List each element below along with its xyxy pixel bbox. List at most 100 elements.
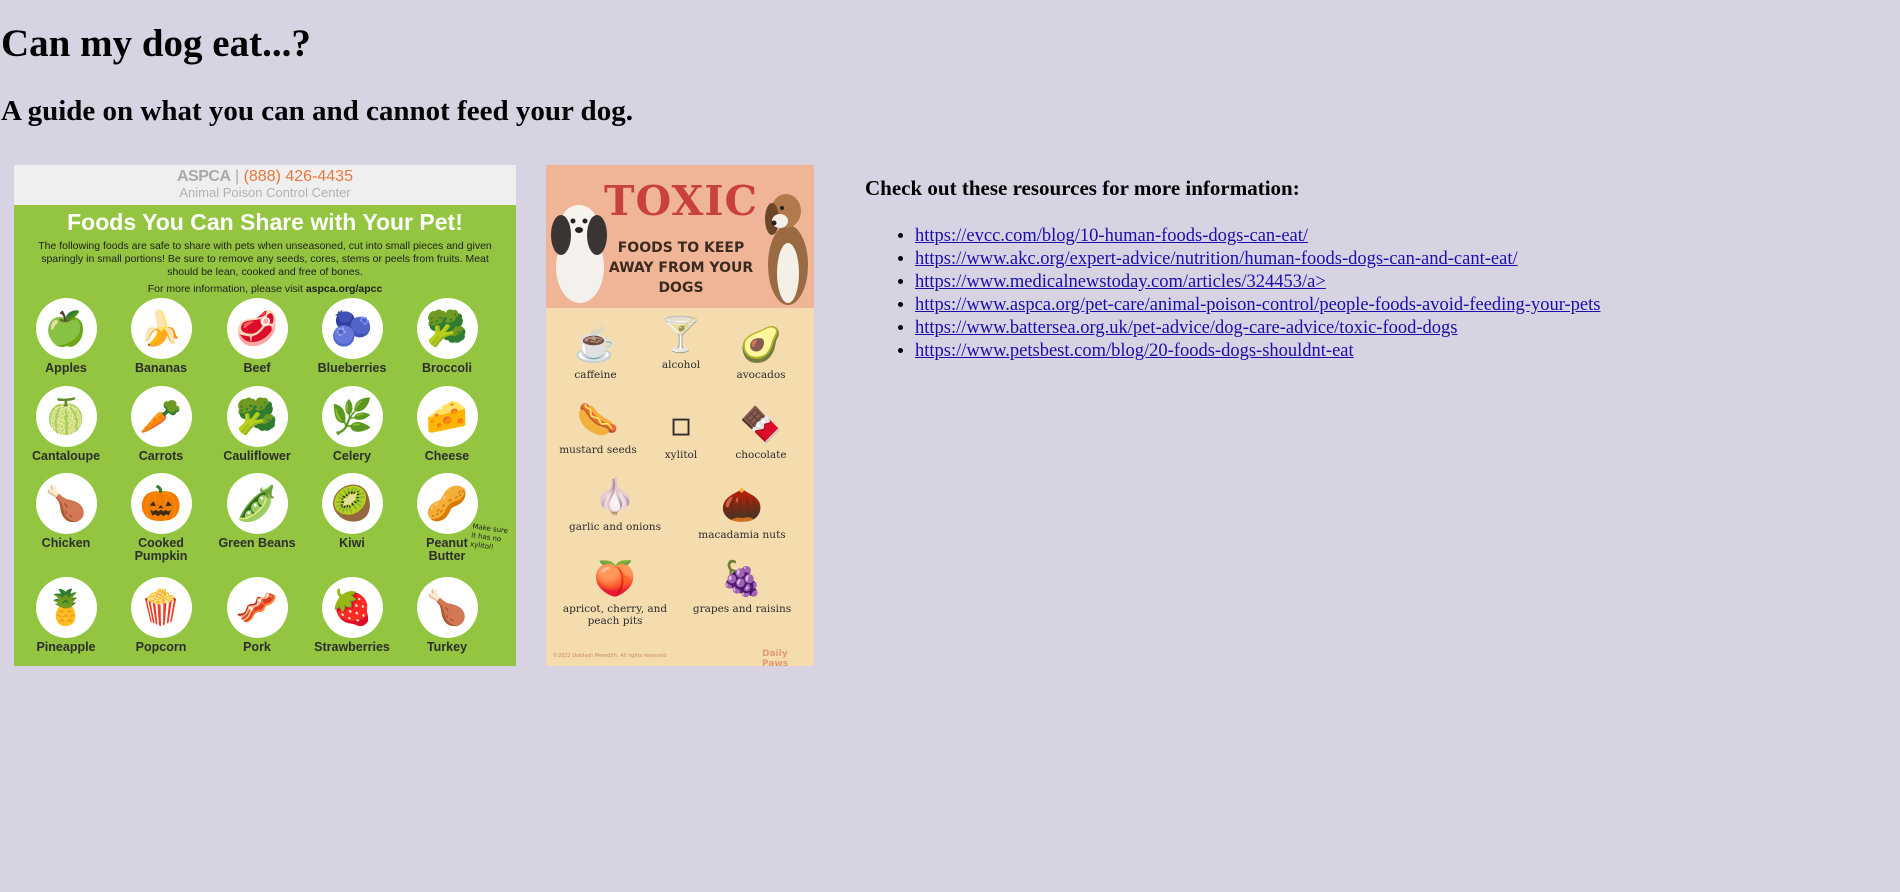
safe-food-label: Turkey xyxy=(426,640,468,654)
food-icon: 🍿 xyxy=(130,577,192,638)
food-icon: 🌰 xyxy=(720,485,764,525)
safe-food-item: 🥦 Broccoli xyxy=(399,298,495,375)
safe-food-item: 🫐 Blueberries xyxy=(304,298,400,375)
safe-food-label: Chicken xyxy=(41,536,91,550)
food-icon: 🧄 xyxy=(593,477,637,517)
resource-link[interactable]: https://www.battersea.org.uk/pet-advice/… xyxy=(915,318,1457,338)
safe-food-item: 🧀 Cheese xyxy=(399,386,495,463)
safe-food-label: Pork xyxy=(243,640,271,654)
food-icon: 🍸 xyxy=(659,315,703,355)
resource-list-item: https://www.petsbest.com/blog/20-foods-d… xyxy=(915,340,1600,363)
toxic-food-item: ▫ xylitol xyxy=(639,405,723,461)
safe-food-item: 🌿 Celery xyxy=(304,386,400,463)
safe-food-label: Apples xyxy=(45,361,87,375)
food-icon: 🫐 xyxy=(321,298,383,359)
safe-food-item: 🍏 Apples xyxy=(18,298,114,375)
food-icon: 🌿 xyxy=(321,386,383,447)
food-icon: 🧀 xyxy=(416,386,478,447)
toxic-food-label: mustard seeds xyxy=(559,444,637,456)
safe-foods-poster: ASPCA | (888) 426-4435 Animal Poison Con… xyxy=(14,165,516,666)
toxic-food-item: 🍫 chocolate xyxy=(719,405,803,461)
resource-link[interactable]: https://www.medicalnewstoday.com/article… xyxy=(915,272,1326,292)
food-icon: 🥝 xyxy=(321,473,383,534)
safe-food-label: Green Beans xyxy=(218,536,296,550)
food-icon: 🫛 xyxy=(226,473,288,534)
safe-food-item: 🫛 Green Beans xyxy=(209,473,305,550)
safe-food-label: Pineapple xyxy=(36,640,96,654)
food-icon: 🍓 xyxy=(321,577,383,638)
food-icon: 🎃 xyxy=(130,473,192,534)
food-icon: 🍗 xyxy=(416,577,478,638)
safe-food-item: 🍌 Bananas xyxy=(113,298,209,375)
resources-list: https://evcc.com/blog/10-human-foods-dog… xyxy=(875,225,1600,363)
food-icon: 🥦 xyxy=(416,298,478,359)
safe-food-label: Carrots xyxy=(138,449,184,463)
food-icon: 🍫 xyxy=(739,405,783,445)
safe-foods-grid: 🍏 Apples 🍌 Bananas 🥩 Beef 🫐 Blueberries 🥦 Broccol… xyxy=(14,165,516,666)
safe-food-item: 🍗 Turkey xyxy=(399,577,495,654)
resource-link[interactable]: https://www.petsbest.com/blog/20-foods-d… xyxy=(915,341,1354,361)
toxic-food-item: 🌭 mustard seeds xyxy=(550,400,646,456)
safe-food-item: 🎃 Cooked Pumpkin xyxy=(113,473,209,563)
safe-food-label: Cheese xyxy=(424,449,470,463)
food-icon: ☕ xyxy=(574,325,617,365)
resource-list-item: https://evcc.com/blog/10-human-foods-dog… xyxy=(915,225,1600,248)
toxic-food-label: alcohol xyxy=(661,359,701,371)
toxic-food-label: xylitol xyxy=(664,449,698,461)
resource-list-item: https://www.akc.org/expert-advice/nutrit… xyxy=(915,248,1600,271)
food-icon: 🍈 xyxy=(35,386,97,447)
safe-food-item: 🍓 Strawberries xyxy=(304,577,400,654)
xylitol-side-note: Make sure it has no xylitol! xyxy=(469,522,509,552)
toxic-poster-brand: Daily Paws xyxy=(762,649,789,666)
toxic-food-item: 🍑 apricot, cherry, and peach pits xyxy=(558,559,672,627)
food-icon: 🍑 xyxy=(593,559,637,599)
toxic-poster-header: TOXIC FOODS TO KEEP AWAY FROM YOUR DOGS xyxy=(546,165,814,308)
toxic-food-item: 🌰 macadamia nuts xyxy=(686,485,798,541)
page-title: Can my dog eat...? xyxy=(1,22,311,65)
food-icon: 🥓 xyxy=(226,577,288,638)
toxic-food-label: macadamia nuts xyxy=(698,529,786,541)
safe-food-item: 🍿 Popcorn xyxy=(113,577,209,654)
toxic-food-item: 🧄 garlic and onions xyxy=(558,477,672,533)
safe-food-label: Broccoli xyxy=(421,361,472,375)
safe-food-item: 🥦 Cauliflower xyxy=(209,386,305,463)
safe-food-item: 🍈 Cantaloupe xyxy=(18,386,114,463)
food-icon: 🍍 xyxy=(35,577,97,638)
food-icon: 🥕 xyxy=(130,386,192,447)
safe-food-item: 🍍 Pineapple xyxy=(18,577,114,654)
toxic-food-label: apricot, cherry, and peach pits xyxy=(562,603,668,627)
toxic-foods-poster: TOXIC FOODS TO KEEP AWAY FROM YOUR DOGS … xyxy=(546,165,814,666)
toxic-poster-copyright: ©2022 Dotdash Meredith. All rights reser… xyxy=(553,653,668,659)
toxic-food-label: garlic and onions xyxy=(569,521,661,533)
safe-food-label: Beef xyxy=(243,361,271,375)
food-icon: 🍇 xyxy=(720,559,764,599)
food-icon: 🍌 xyxy=(130,298,192,359)
food-icon: ▫ xyxy=(669,405,693,445)
food-icon: 🥩 xyxy=(226,298,288,359)
resource-link[interactable]: https://www.akc.org/expert-advice/nutrit… xyxy=(915,249,1518,269)
toxic-food-label: caffeine xyxy=(574,369,617,381)
page-subtitle: A guide on what you can and cannot feed … xyxy=(1,95,633,127)
resource-link[interactable]: https://evcc.com/blog/10-human-foods-dog… xyxy=(915,226,1308,246)
toxic-food-item: 🍇 grapes and raisins xyxy=(686,559,798,615)
safe-food-label: Kiwi xyxy=(339,536,365,550)
beagle-illustration xyxy=(765,194,808,305)
toxic-food-label: chocolate xyxy=(735,449,787,461)
safe-food-label: Cantaloupe xyxy=(31,449,101,463)
resource-link[interactable]: https://www.aspca.org/pet-care/animal-po… xyxy=(915,295,1600,315)
food-icon: 🍏 xyxy=(35,298,97,359)
safe-food-label: Cauliflower xyxy=(223,449,291,463)
safe-food-label: Popcorn xyxy=(135,640,187,654)
toxic-poster-title: TOXIC xyxy=(604,177,759,225)
safe-food-item: 🍗 Chicken xyxy=(18,473,114,550)
food-icon: 🥑 xyxy=(739,325,783,365)
safe-food-item: 🥓 Pork xyxy=(209,577,305,654)
resource-list-item: https://www.aspca.org/pet-care/animal-po… xyxy=(915,294,1600,317)
toxic-food-item: ☕ caffeine xyxy=(554,325,637,381)
safe-food-label: Blueberries xyxy=(317,361,387,375)
safe-food-item: 🥝 Kiwi xyxy=(304,473,400,550)
resource-list-item: https://www.medicalnewstoday.com/article… xyxy=(915,271,1600,294)
safe-food-label: Cooked Pumpkin xyxy=(134,536,188,563)
safe-food-label: Strawberries xyxy=(314,640,390,654)
food-icon: 🥦 xyxy=(226,386,288,447)
